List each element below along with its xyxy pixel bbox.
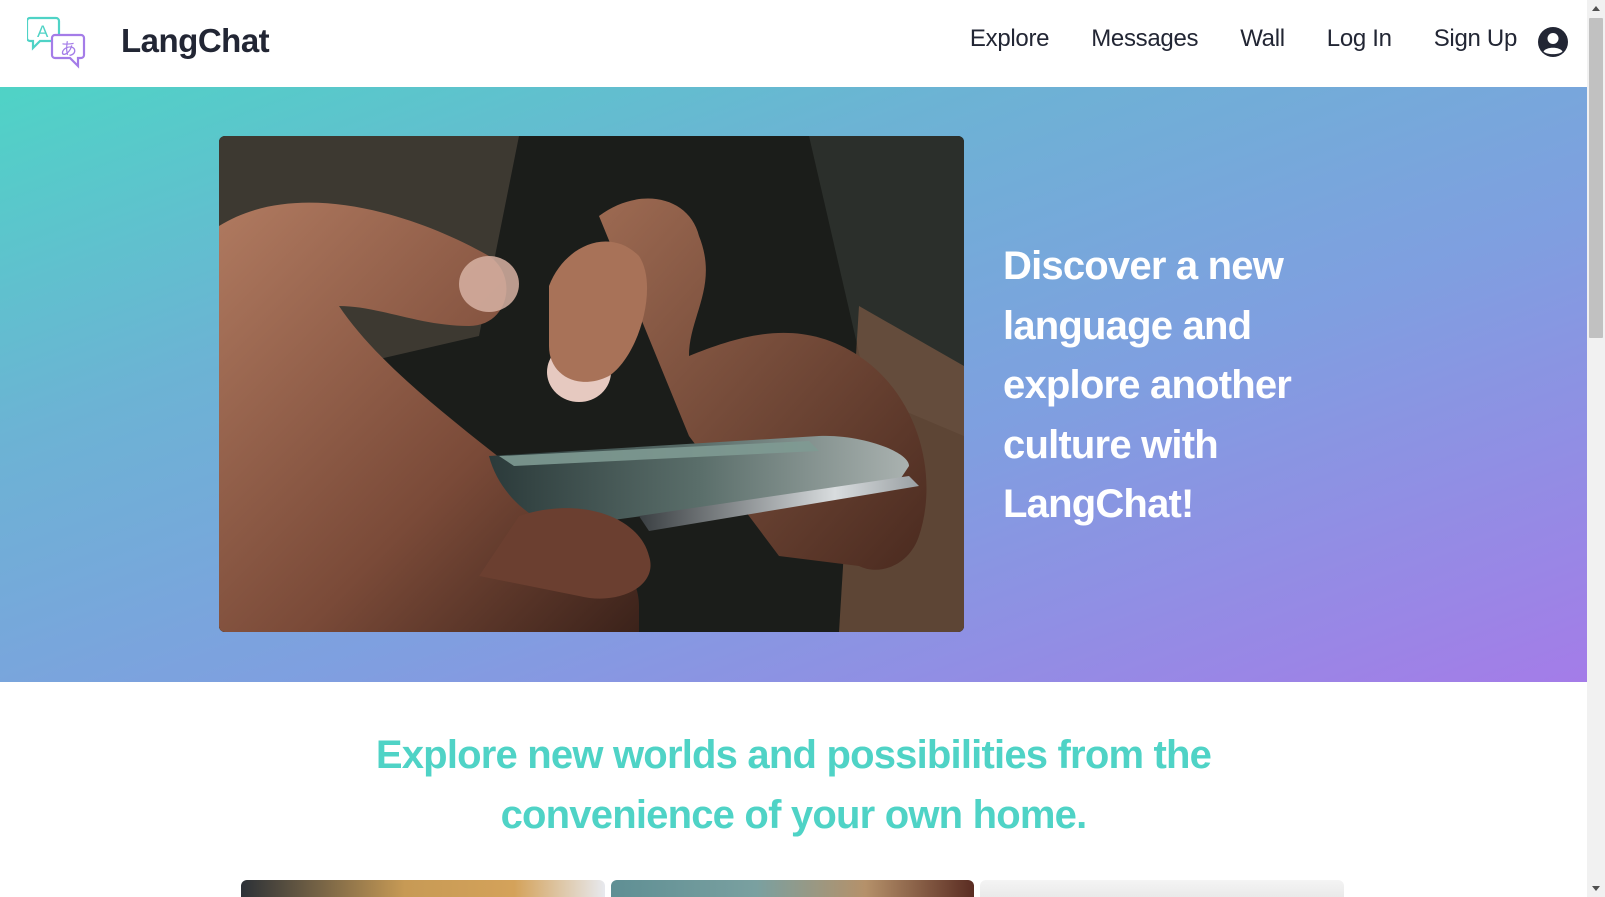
nav-explore-link[interactable]: Explore [970,25,1050,53]
top-navbar: A あ LangChat Explore Messages Wall Log I… [0,0,1587,87]
translate-chat-logo-icon[interactable]: A あ [27,15,87,71]
feature-card-1[interactable] [241,880,605,897]
hero-section: Discover a new language and explore anot… [0,87,1587,682]
hand-holding-phone-illustration [219,136,964,632]
explore-heading: Explore new worlds and possibilities fro… [375,733,1212,837]
nav-messages-link[interactable]: Messages [1091,25,1198,53]
nav-login-link[interactable]: Log In [1327,25,1392,53]
feature-card-3[interactable] [980,880,1344,897]
feature-card-2[interactable] [611,880,974,897]
hero-phone-photo [219,136,964,632]
page-viewport: A あ LangChat Explore Messages Wall Log I… [0,0,1587,897]
scroll-up-arrow-icon[interactable] [1587,0,1605,17]
svg-text:あ: あ [60,40,77,60]
nav-wall-link[interactable]: Wall [1240,25,1285,53]
svg-text:A: A [37,22,49,41]
nav-signup-link[interactable]: Sign Up [1434,25,1518,53]
hero-heading: Discover a new language and explore anot… [1003,244,1292,526]
brand-name[interactable]: LangChat [121,22,270,60]
scroll-down-arrow-icon[interactable] [1587,880,1605,897]
user-circle-icon[interactable] [1537,26,1569,58]
main-nav: Explore Messages Wall Log In Sign Up [970,25,1517,53]
vertical-scrollbar[interactable] [1587,0,1605,897]
scroll-thumb[interactable] [1589,18,1603,338]
